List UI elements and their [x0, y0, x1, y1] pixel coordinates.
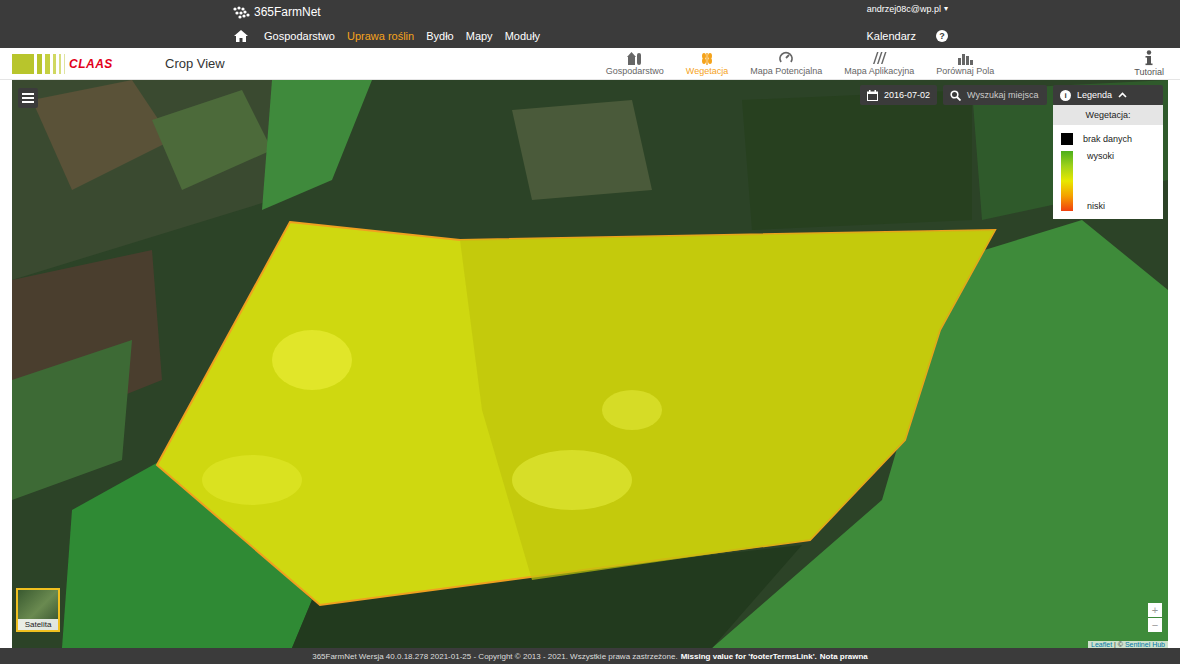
- search-field[interactable]: Wyszukaj miejsca: [943, 85, 1047, 105]
- date-value: 2016-07-02: [884, 90, 930, 100]
- app-tab-label: Gospodarstwo: [606, 66, 664, 76]
- no-data-swatch: [1061, 133, 1073, 145]
- claas-logo[interactable]: CLAAS: [12, 54, 152, 74]
- nav-item[interactable]: Uprawa roślin: [347, 30, 414, 42]
- legend-scale: wysoki niski: [1053, 149, 1163, 213]
- app-bar: CLAAS Crop View Gospodarstwo Wegetacja Mapa …: [0, 48, 1180, 80]
- farm-icon: [627, 51, 643, 65]
- legend-low: niski: [1087, 201, 1114, 211]
- help-button[interactable]: ?: [936, 30, 948, 42]
- claas-stripes-icon: [12, 54, 65, 74]
- legend-panel: Wegetacja: brak danych wysoki niski: [1053, 105, 1163, 219]
- farmnet-logo[interactable]: 365FarmNet: [232, 5, 321, 19]
- legend-toggle-label: Legenda: [1077, 90, 1112, 100]
- app-tab-label: Mapa Potencjalna: [750, 66, 822, 76]
- calendar-link[interactable]: Kalendarz: [866, 30, 916, 42]
- attribution: Leaflet | © Sentinel Hub: [1088, 641, 1168, 648]
- legend-heading: Wegetacja:: [1053, 105, 1163, 125]
- info-icon: i: [1060, 90, 1071, 101]
- nav-item[interactable]: Moduły: [505, 30, 540, 42]
- footer-text[interactable]: Missing value for 'footerTermsLink'.: [681, 652, 817, 661]
- sentinel-link[interactable]: Sentinel Hub: [1125, 641, 1165, 648]
- app-tab[interactable]: Porównaj Pola: [936, 51, 994, 76]
- calendar-icon: [867, 90, 878, 101]
- plant-icon: [699, 51, 715, 65]
- footer-text[interactable]: Nota prawna: [820, 652, 868, 661]
- zoom-in-button[interactable]: +: [1148, 603, 1162, 617]
- app-tab[interactable]: Wegetacja: [686, 51, 728, 76]
- legend-no-data-label: brak danych: [1083, 134, 1132, 144]
- app-title: Crop View: [165, 56, 225, 71]
- zoom-control: +−: [1148, 603, 1162, 632]
- tutorial-label: Tutorial: [1134, 67, 1164, 77]
- nav-item[interactable]: Gospodarstwo: [264, 30, 335, 42]
- search-placeholder: Wyszukaj miejsca: [967, 90, 1038, 100]
- page: 365FarmNet andrzej08c@wp.pl▾ Gospodarstwo U…: [0, 0, 1180, 664]
- legend-high: wysoki: [1087, 151, 1114, 161]
- basemap-label: Satelita: [18, 619, 58, 630]
- satellite-map[interactable]: [12, 80, 1168, 648]
- search-icon: [950, 90, 961, 101]
- app-tabs: Gospodarstwo Wegetacja Mapa Potencjalna Map…: [606, 51, 995, 76]
- basemap-switch[interactable]: Satelita: [16, 588, 60, 632]
- leaflet-link[interactable]: Leaflet: [1091, 641, 1112, 648]
- layers-button[interactable]: [18, 88, 38, 108]
- info-icon: [1144, 50, 1154, 66]
- gauge-icon: [778, 51, 794, 65]
- legend-toggle[interactable]: i Legenda: [1053, 85, 1163, 105]
- chart-icon: [957, 51, 973, 65]
- footer: 365FarmNet Wersja 40.0.18.278 2021-01-25…: [0, 648, 1180, 664]
- map-tools: 2016-07-02 Wyszukaj miejsca i Legenda Wegeta…: [860, 85, 1163, 219]
- app-tab-label: Mapa Aplikacyjna: [844, 66, 914, 76]
- nav-item[interactable]: Bydło: [426, 30, 454, 42]
- chevron-icon: [1118, 92, 1127, 98]
- layers-icon: [22, 93, 34, 103]
- claas-brand: CLAAS: [69, 57, 113, 71]
- top-header: 365FarmNet andrzej08c@wp.pl▾ Gospodarstwo U…: [0, 0, 1180, 48]
- user-menu[interactable]: andrzej08c@wp.pl▾: [867, 0, 948, 14]
- home-icon[interactable]: [234, 30, 248, 42]
- legend: i Legenda Wegetacja: brak danych wysoki niski: [1053, 85, 1163, 219]
- date-picker[interactable]: 2016-07-02: [860, 85, 937, 105]
- attribution-separator: | ©: [1112, 641, 1125, 648]
- footer-text: 365FarmNet Wersja 40.0.18.278 2021-01-25…: [312, 652, 677, 661]
- spray-icon: [871, 51, 887, 65]
- map[interactable]: 2016-07-02 Wyszukaj miejsca i Legenda Wegeta…: [12, 80, 1168, 648]
- main: 2016-07-02 Wyszukaj miejsca i Legenda Wegeta…: [0, 80, 1180, 648]
- logo-text: 365FarmNet: [254, 5, 321, 19]
- legend-no-data: brak danych: [1053, 125, 1163, 149]
- app-tab-label: Porównaj Pola: [936, 66, 994, 76]
- app-tab[interactable]: Mapa Aplikacyjna: [844, 51, 914, 76]
- app-tab-label: Wegetacja: [686, 66, 728, 76]
- user-email: andrzej08c@wp.pl: [867, 4, 941, 14]
- app-tab[interactable]: Gospodarstwo: [606, 51, 664, 76]
- tutorial-button[interactable]: Tutorial: [1134, 50, 1164, 77]
- app-tab[interactable]: Mapa Potencjalna: [750, 51, 822, 76]
- nav-item[interactable]: Mapy: [466, 30, 493, 42]
- user-caret: ▾: [944, 4, 948, 14]
- zoom-out-button[interactable]: −: [1148, 618, 1162, 632]
- vegetation-gradient: [1061, 151, 1073, 211]
- farmnet-dots-icon: [232, 5, 252, 19]
